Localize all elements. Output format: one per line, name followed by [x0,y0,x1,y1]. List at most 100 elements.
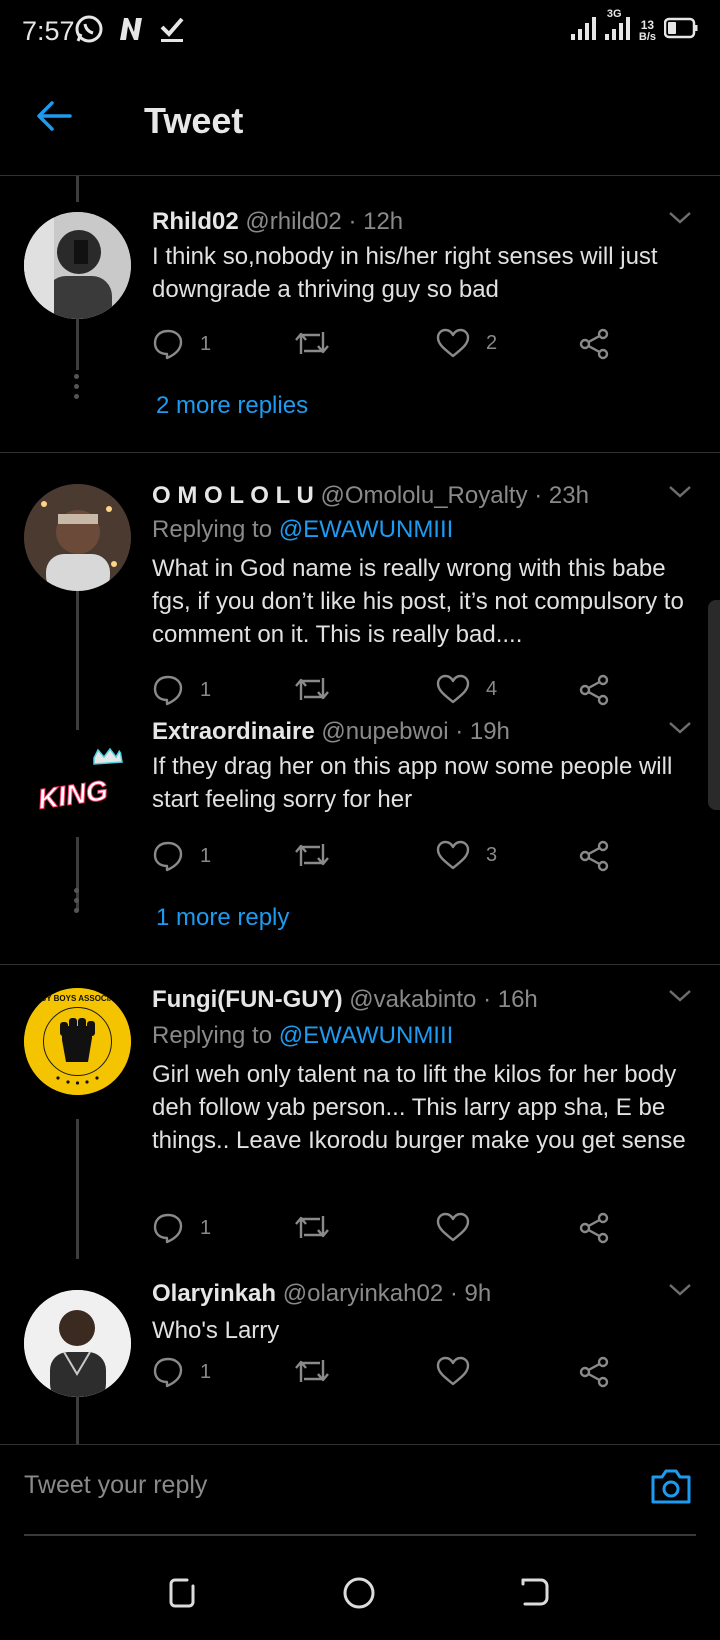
author-name[interactable]: O M O L O L U [152,482,314,509]
avatar[interactable]: STINGY BOYS ASSOCIATION [24,988,131,1095]
retweet-icon [295,1216,329,1238]
retweet-icon [295,844,329,866]
chevron-down-icon[interactable] [668,1282,692,1303]
author-name[interactable]: Rhild02 [152,208,239,235]
share-button[interactable] [578,674,610,706]
retweet-button[interactable] [294,328,346,358]
tweet-item[interactable]: O M O L O L U @Omololu_Royalty · 23h Rep… [0,452,720,710]
speech-bubble-icon [153,841,183,872]
like-count: 3 [486,843,498,866]
retweet-button[interactable] [294,1356,346,1386]
header: Tweet [0,66,720,176]
share-button[interactable] [578,328,610,360]
net-speed-value: 13 [640,17,655,32]
like-button[interactable]: 2 [436,328,497,358]
download-done-icon [158,14,186,49]
chevron-down-icon[interactable] [668,210,692,231]
like-button[interactable]: 4 [436,674,497,704]
net-speed: 13 B/s [639,19,656,43]
reply-count: 1 [200,332,212,355]
like-button[interactable] [436,1356,486,1386]
replying-to: Replying to @EWAWUNMIII [152,516,453,544]
more-replies-link[interactable]: 1 more reply [156,904,289,932]
author-name[interactable]: Olaryinkah [152,1280,276,1307]
netflix-icon [116,14,146,49]
author-name[interactable]: Fungi(FUN-GUY) [152,986,343,1013]
avatar[interactable]: KING [24,730,131,837]
tweet-actions: 1 [152,1212,622,1252]
reply-count: 1 [200,678,212,701]
tweet-item[interactable]: KING Extraordinaire @nupebwoi · 19h If t… [0,710,720,966]
camera-icon[interactable] [650,1467,692,1510]
share-icon [579,840,609,872]
author-handle: @vakabinto · 16h [349,986,538,1013]
status-bar: 7:57 3G 13 B/s [0,0,720,66]
speech-bubble-icon [153,1357,183,1388]
recent-apps-icon[interactable] [167,1576,199,1613]
reply-button[interactable]: 1 [152,1212,211,1244]
mention-link[interactable]: @EWAWUNMIII [279,516,454,543]
share-icon [579,1212,609,1244]
mention-link[interactable]: @EWAWUNMIII [279,1022,454,1049]
chevron-down-icon[interactable] [668,988,692,1009]
back-nav-icon[interactable] [519,1576,551,1613]
net-type: 3G [606,8,622,20]
share-icon [579,328,609,360]
home-icon[interactable] [342,1576,376,1615]
tweet-text: Girl weh only talent na to lift the kilo… [152,1061,686,1154]
replying-to-label: Replying to [152,516,273,543]
retweet-button[interactable] [294,1212,346,1242]
tweet-actions: 1 4 [152,674,622,714]
tweet-text: What in God name is really wrong with th… [152,555,684,648]
speech-bubble-icon [153,1213,183,1244]
share-button[interactable] [578,1212,610,1244]
replying-to-label: Replying to [152,1022,273,1049]
system-nav-bar [0,1540,720,1640]
reply-composer [0,1444,720,1536]
tweet-header: Rhild02 @rhild02 · 12h [152,208,403,236]
retweet-icon [295,332,329,354]
like-count: 2 [486,331,498,354]
page-title: Tweet [144,100,244,141]
reply-button[interactable]: 1 [152,1356,211,1388]
reply-feed[interactable]: Rhild02 @rhild02 · 12h I think so,nobody… [0,176,720,1444]
avatar[interactable] [24,212,131,319]
avatar[interactable] [24,1290,131,1397]
tweet-item[interactable]: Olaryinkah @olaryinkah02 · 9h Who's Larr… [0,1264,720,1444]
tweet-header: O M O L O L U @Omololu_Royalty · 23h [152,482,589,510]
tweet-header: Extraordinaire @nupebwoi · 19h [152,718,510,746]
speech-bubble-icon [153,675,183,706]
tweet-item[interactable]: Rhild02 @rhild02 · 12h I think so,nobody… [0,176,720,456]
chevron-down-icon[interactable] [668,484,692,505]
share-button[interactable] [578,840,610,872]
more-replies-link[interactable]: 2 more replies [156,392,308,420]
like-button[interactable] [436,1212,486,1242]
net-speed-unit: B/s [638,30,656,43]
retweet-button[interactable] [294,674,346,704]
reply-button[interactable]: 1 [152,328,211,360]
chevron-down-icon[interactable] [668,720,692,741]
reply-input[interactable] [24,1471,604,1500]
heart-icon [436,674,470,704]
reply-button[interactable]: 1 [152,674,211,706]
heart-icon [436,840,470,870]
arrow-left-icon[interactable] [36,100,72,137]
retweet-button[interactable] [294,840,346,870]
heart-icon [436,1356,470,1386]
like-button[interactable]: 3 [436,840,497,870]
avatar[interactable] [24,484,131,591]
battery-icon [663,17,698,44]
replying-to: Replying to @EWAWUNMIII [152,1022,453,1050]
share-icon [579,674,609,706]
reply-button[interactable]: 1 [152,840,211,872]
tweet-text: Who's Larry [152,1317,280,1344]
retweet-icon [295,678,329,700]
scrollbar[interactable] [708,600,720,810]
avatar-text: STINGY BOYS ASSOCIATION [24,994,131,1003]
signal-3g-icon: 3G [604,8,631,47]
tweet-item[interactable]: STINGY BOYS ASSOCIATION Fungi(FUN-GUY) @… [0,964,720,1264]
share-button[interactable] [578,1356,610,1388]
reply-count: 1 [200,1360,212,1383]
author-name[interactable]: Extraordinaire [152,718,315,745]
tweet-header: Fungi(FUN-GUY) @vakabinto · 16h [152,986,538,1014]
